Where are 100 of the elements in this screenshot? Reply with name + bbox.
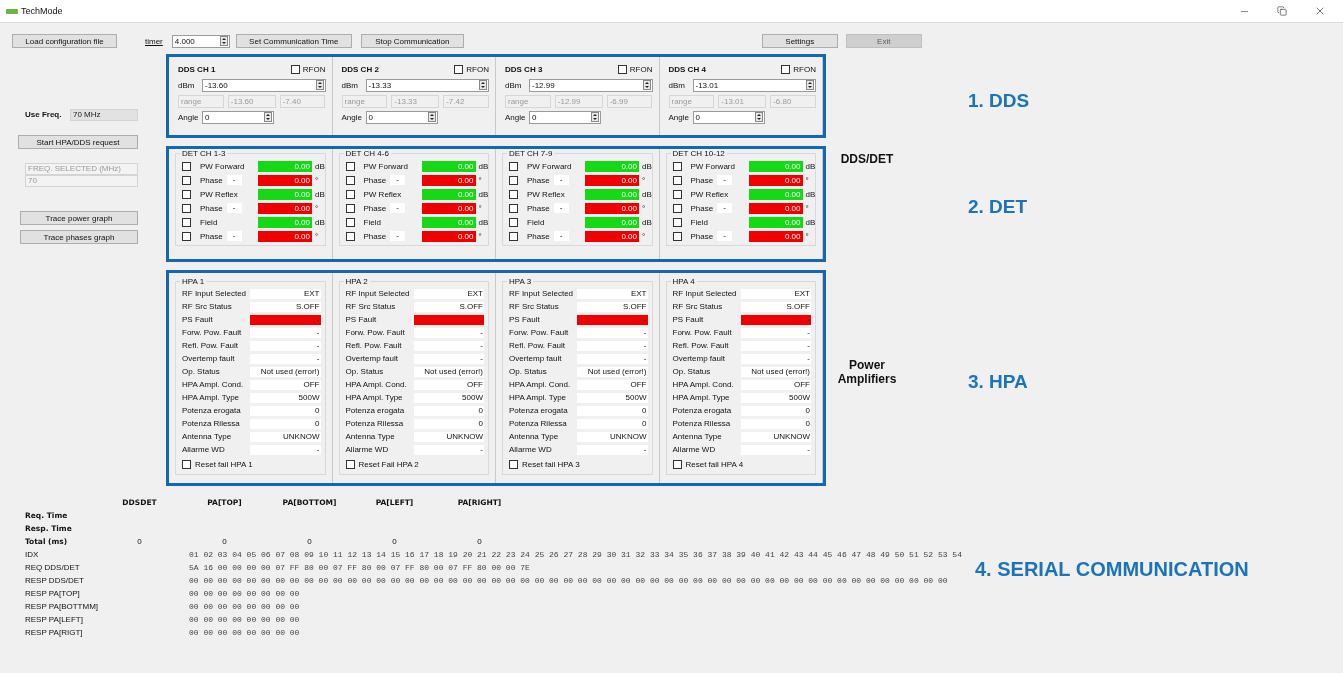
- status-field: EXT: [740, 288, 811, 299]
- use-freq-label: Use Freq.: [25, 110, 63, 119]
- checkbox[interactable]: [182, 203, 191, 213]
- checkbox-label: Reset Fail HPA 2: [358, 459, 419, 469]
- range-field: range: [178, 94, 224, 108]
- status-field: S.OFF: [740, 301, 811, 312]
- sign-field: -: [390, 231, 406, 241]
- row-label: RESP PA[RIGT]: [25, 628, 84, 637]
- number-field[interactable]: 4.000: [171, 34, 230, 48]
- measure-label: Phase: [690, 231, 714, 241]
- checkbox[interactable]: [182, 459, 191, 469]
- checkbox-label: Reset fail HPA 1: [195, 459, 253, 469]
- range-min-field: -12.99: [554, 94, 603, 108]
- checkbox[interactable]: [454, 64, 464, 74]
- start-request-button[interactable]: Start HPA/DDS request: [18, 135, 138, 149]
- spinner-icon[interactable]: [642, 80, 651, 90]
- status-label: Refl. Pow. Fault: [509, 341, 567, 350]
- measure-label: Phase: [690, 175, 714, 185]
- spinner-icon[interactable]: [754, 112, 763, 122]
- spinner-icon[interactable]: [479, 80, 487, 90]
- unit-label: dB: [805, 189, 816, 199]
- unit-label: °: [315, 231, 319, 241]
- set-time-button[interactable]: Set Communication Time: [235, 34, 352, 48]
- checkbox[interactable]: [182, 217, 191, 227]
- spinner-icon[interactable]: [219, 36, 228, 46]
- spinner-icon[interactable]: [315, 80, 324, 90]
- number-field[interactable]: 0: [692, 110, 765, 124]
- status-field: -: [740, 444, 811, 455]
- spinner-icon[interactable]: [264, 112, 272, 122]
- checkbox[interactable]: [182, 189, 191, 199]
- checkbox[interactable]: [672, 189, 682, 199]
- checkbox[interactable]: [509, 189, 518, 199]
- checkbox[interactable]: [509, 175, 518, 185]
- checkbox[interactable]: [672, 175, 682, 185]
- checkbox[interactable]: [345, 189, 355, 199]
- restore-icon[interactable]: [1277, 6, 1287, 16]
- status-label: RF Input Selected: [672, 289, 738, 298]
- load-config-button[interactable]: Load configuration file: [12, 34, 117, 48]
- sign-field: -: [553, 175, 569, 185]
- value-field: 0.00: [258, 160, 312, 172]
- checkbox[interactable]: [345, 175, 355, 185]
- group-title: DET CH 7-9: [508, 149, 554, 158]
- hex-bytes: 01 02 03 04 05 06 07 08 09 10 11 12 13 14 15 16 17 18 19 20 21 22 23 24 25 26 27 28 29 30 31 32 33 34 35 36 37 38 39 40 41 42 43 44 45 46 47 48 49 50 51 52 53 54: [189, 550, 962, 559]
- value-field: 0.00: [748, 174, 803, 186]
- status-field: -: [740, 340, 811, 351]
- checkbox[interactable]: [672, 459, 682, 469]
- checkbox[interactable]: [290, 64, 300, 74]
- checkbox-label: RFON: [302, 64, 326, 74]
- trace-graph-button[interactable]: Trace phases graph: [20, 230, 138, 244]
- spinner-icon[interactable]: [591, 112, 599, 122]
- number-field[interactable]: -13.01: [692, 78, 816, 92]
- checkbox[interactable]: [509, 231, 518, 241]
- status-field: -: [250, 340, 321, 351]
- number-field[interactable]: -13.60: [202, 78, 326, 92]
- checkbox[interactable]: [345, 231, 355, 241]
- checkbox[interactable]: [345, 161, 355, 171]
- measure-label: PW Forward: [690, 161, 735, 171]
- checkbox[interactable]: [781, 64, 791, 74]
- unit-label: °: [478, 231, 482, 241]
- close-icon[interactable]: [1314, 5, 1326, 17]
- number-field[interactable]: -12.99: [529, 78, 653, 92]
- status-label: Antenna Type: [345, 432, 396, 441]
- status-field: -: [577, 327, 648, 338]
- range-min-field: -13.33: [391, 94, 440, 108]
- dbm-label: dBm: [341, 80, 359, 90]
- number-field[interactable]: -13.33: [365, 78, 489, 92]
- checkbox[interactable]: [509, 203, 518, 213]
- checkbox[interactable]: [509, 217, 518, 227]
- spinner-icon[interactable]: [806, 80, 814, 90]
- checkbox[interactable]: [182, 231, 191, 241]
- checkbox[interactable]: [182, 175, 191, 185]
- checkbox[interactable]: [345, 203, 355, 213]
- checkbox[interactable]: [617, 64, 627, 74]
- section-heading: 3. HPA: [968, 371, 1028, 393]
- spinner-icon[interactable]: [427, 112, 436, 122]
- status-field: 0: [250, 418, 321, 429]
- range-max-field: -7.40: [279, 94, 326, 108]
- measure-label: Phase: [363, 203, 387, 213]
- trace-graph-button[interactable]: Trace power graph: [20, 211, 138, 225]
- checkbox[interactable]: [672, 161, 682, 171]
- value-field: 0.00: [258, 230, 312, 242]
- status-field: -: [740, 353, 811, 364]
- stop-button[interactable]: Stop Communication: [360, 34, 464, 48]
- status-label: Potenza erogata: [182, 406, 242, 415]
- settings-button[interactable]: Settings: [761, 34, 838, 48]
- number-field[interactable]: 0: [202, 110, 274, 124]
- checkbox[interactable]: [509, 161, 518, 171]
- checkbox[interactable]: [182, 161, 191, 171]
- checkbox[interactable]: [345, 217, 355, 227]
- checkbox[interactable]: [509, 459, 518, 469]
- status-field: Not used (error!): [413, 366, 484, 377]
- checkbox[interactable]: [672, 231, 682, 241]
- checkbox[interactable]: [672, 217, 682, 227]
- group-title: DET CH 1-3: [181, 149, 227, 158]
- number-field[interactable]: 0: [365, 110, 438, 124]
- measure-label: Phase: [527, 231, 550, 241]
- number-field[interactable]: 0: [529, 110, 601, 124]
- checkbox[interactable]: [345, 459, 355, 469]
- checkbox[interactable]: [672, 203, 682, 213]
- dbm-label: dBm: [178, 80, 196, 90]
